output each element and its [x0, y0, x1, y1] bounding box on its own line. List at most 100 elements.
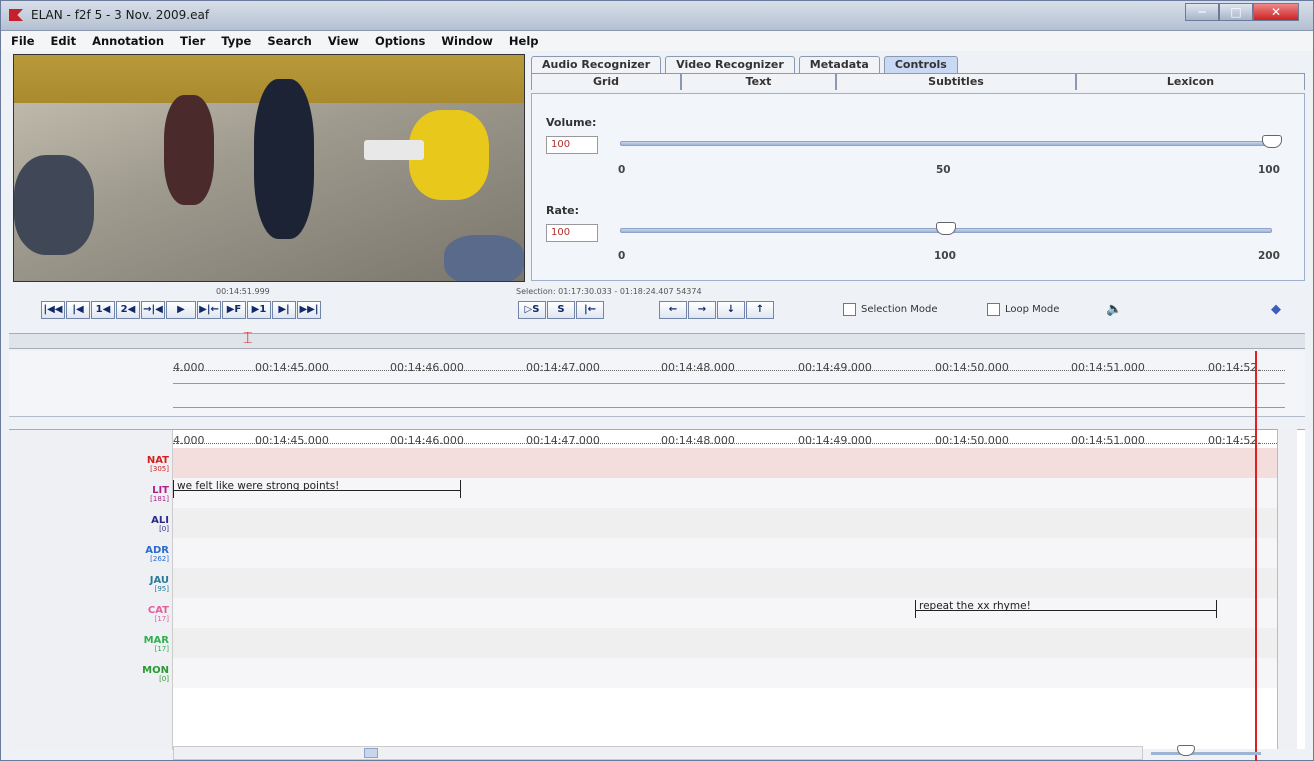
ruler-label: 00:14:51.000 — [1071, 434, 1145, 447]
volume-label: Volume: — [546, 116, 597, 129]
left-arrow-button[interactable]: ← — [659, 301, 687, 319]
maximize-button[interactable]: □ — [1219, 3, 1253, 21]
tab-video-recognizer[interactable]: Video Recognizer — [665, 56, 795, 73]
rate-tick-mid: 100 — [934, 250, 956, 262]
tier-label-ali[interactable]: ALI [0] — [9, 516, 169, 534]
crosshair-line — [1255, 351, 1257, 761]
annotation-lit[interactable]: we felt like were strong points! — [173, 480, 461, 498]
volume-tick-min: 0 — [618, 164, 626, 176]
step-forward-button[interactable]: ▶F — [222, 301, 246, 319]
tier-label-lit[interactable]: LIT [181] — [9, 486, 169, 504]
tier-label-mon[interactable]: MON [0] — [9, 666, 169, 684]
next-pixel-button[interactable]: ▶|← — [197, 301, 221, 319]
menu-annotation[interactable]: Annotation — [92, 34, 164, 48]
tab-controls[interactable]: Controls — [883, 56, 958, 73]
ruler-label: 00:14:47.000 — [526, 434, 600, 447]
up-arrow-button[interactable]: ↑ — [746, 301, 774, 319]
tier-row-nat[interactable] — [173, 448, 1277, 478]
ruler-label: 4.000 — [173, 434, 205, 447]
play-selection-button[interactable]: ▷S — [518, 301, 546, 319]
ruler-label: 00:14:52. — [1208, 434, 1261, 447]
tier-row-jau[interactable] — [173, 568, 1277, 598]
rate-tick-max: 200 — [1258, 250, 1280, 262]
go-to-begin-button[interactable]: |◀◀ — [41, 301, 65, 319]
tier-row-ali[interactable] — [173, 508, 1277, 538]
minimize-button[interactable]: ─ — [1185, 3, 1219, 21]
ruler-label: 4.000 — [173, 361, 205, 374]
annotation-cat[interactable]: repeat the xx rhyme! — [915, 600, 1217, 618]
volume-slider-track[interactable] — [620, 141, 1272, 146]
vertical-scrollbar[interactable] — [1277, 429, 1297, 749]
ruler-label: 00:14:45.000 — [255, 361, 329, 374]
tier-label-jau[interactable]: JAU [95] — [9, 576, 169, 594]
tier-label-cat[interactable]: CAT [17] — [9, 606, 169, 624]
volume-input[interactable]: 100 — [546, 136, 598, 154]
tier-label-nat[interactable]: NAT [305] — [9, 456, 169, 474]
step-back-1-button[interactable]: 1◀ — [91, 301, 115, 319]
clear-selection-button[interactable]: S — [547, 301, 575, 319]
horizontal-scrollbar[interactable] — [173, 746, 1143, 760]
menu-edit[interactable]: Edit — [51, 34, 77, 48]
selection-display: Selection: 01:17:30.033 - 01:18:24.407 5… — [516, 287, 702, 296]
volume-tick-mid: 50 — [936, 164, 951, 176]
menu-type[interactable]: Type — [221, 34, 251, 48]
menu-tier[interactable]: Tier — [180, 34, 205, 48]
zoom-slider[interactable] — [1151, 752, 1261, 755]
menu-search[interactable]: Search — [267, 34, 312, 48]
time-line-viewer[interactable]: 4.000 00:14:45.000 00:14:46.000 00:14:47… — [9, 351, 1305, 417]
menu-options[interactable]: Options — [375, 34, 425, 48]
play-button[interactable]: ▶ — [166, 301, 196, 319]
step-back-2-button[interactable]: 2◀ — [116, 301, 140, 319]
rate-label: Rate: — [546, 204, 580, 217]
rate-slider-thumb[interactable] — [936, 222, 956, 235]
menu-help[interactable]: Help — [509, 34, 539, 48]
diamond-icon[interactable]: ◆ — [1271, 302, 1281, 317]
loop-mode-checkbox[interactable] — [987, 303, 1000, 316]
speaker-icon[interactable]: 🔈 — [1106, 302, 1122, 317]
controls-panel: Volume: 100 0 50 100 Rate: 100 0 100 200 — [531, 93, 1305, 281]
ruler-label: 00:14:50.000 — [935, 361, 1009, 374]
tab-audio-recognizer[interactable]: Audio Recognizer — [531, 56, 662, 73]
rate-tick-min: 0 — [618, 250, 626, 262]
tab-subtitles[interactable]: Subtitles — [836, 73, 1076, 90]
video-viewer[interactable] — [13, 54, 525, 282]
ruler-label: 00:14:45.000 — [255, 434, 329, 447]
ruler-label: 00:14:49.000 — [798, 434, 872, 447]
ruler-label: 00:14:48.000 — [661, 361, 735, 374]
title-bar: ELAN - f2f 5 - 3 Nov. 2009.eaf ─ □ ✕ — [1, 1, 1313, 31]
selection-mode-checkbox[interactable] — [843, 303, 856, 316]
volume-slider-thumb[interactable] — [1262, 135, 1282, 148]
tier-row-mar[interactable] — [173, 628, 1277, 658]
step-forward-1-button[interactable]: ▶1 — [247, 301, 271, 319]
tier-row-mon[interactable] — [173, 658, 1277, 688]
tab-text[interactable]: Text — [681, 73, 836, 90]
menu-view[interactable]: View — [328, 34, 359, 48]
next-frame-button[interactable]: ▶| — [272, 301, 296, 319]
time-overview-bar[interactable]: ⌶ — [9, 328, 1305, 349]
tier-label-mar[interactable]: MAR [17] — [9, 636, 169, 654]
close-button[interactable]: ✕ — [1253, 3, 1299, 21]
menu-file[interactable]: File — [11, 34, 35, 48]
menu-window[interactable]: Window — [441, 34, 493, 48]
menu-bar: File Edit Annotation Tier Type Search Vi… — [1, 31, 1313, 51]
previous-frame-button[interactable]: |◀ — [66, 301, 90, 319]
tab-grid[interactable]: Grid — [531, 73, 681, 90]
previous-pixel-button[interactable]: →|◀ — [141, 301, 165, 319]
down-arrow-button[interactable]: ↓ — [717, 301, 745, 319]
ruler-label: 00:14:48.000 — [661, 434, 735, 447]
go-to-end-button[interactable]: ▶▶| — [297, 301, 321, 319]
tab-metadata[interactable]: Metadata — [798, 56, 880, 73]
right-arrow-button[interactable]: → — [688, 301, 716, 319]
rate-input[interactable]: 100 — [546, 224, 598, 242]
annotation-viewer[interactable]: 4.000 00:14:45.000 00:14:46.000 00:14:47… — [9, 429, 1305, 750]
selection-mode-label: Selection Mode — [861, 304, 938, 315]
tab-lexicon[interactable]: Lexicon — [1076, 73, 1305, 90]
ruler-label: 00:14:51.000 — [1071, 361, 1145, 374]
tier-label-adr[interactable]: ADR [262] — [9, 546, 169, 564]
tier-row-adr[interactable] — [173, 538, 1277, 568]
selection-begin-button[interactable]: |← — [576, 301, 604, 319]
horizontal-scroll-thumb[interactable] — [364, 748, 378, 758]
window-title: ELAN - f2f 5 - 3 Nov. 2009.eaf — [31, 8, 210, 22]
ruler-label: 00:14:47.000 — [526, 361, 600, 374]
ruler-label: 00:14:49.000 — [798, 361, 872, 374]
